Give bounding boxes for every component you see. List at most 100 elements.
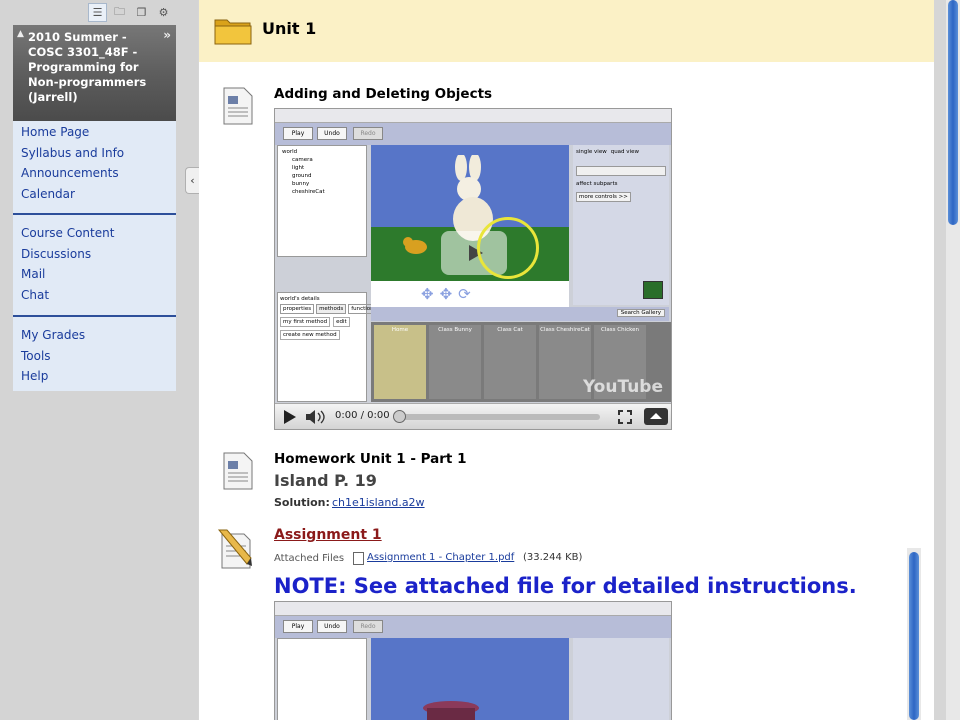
- scene-frame: [371, 145, 569, 281]
- scroll-thumb[interactable]: [909, 552, 919, 720]
- fullscreen-icon[interactable]: [617, 409, 633, 425]
- play-icon[interactable]: [283, 409, 297, 425]
- view-panel: single view quad view affect subparts mo…: [573, 145, 669, 305]
- object-tree: [277, 638, 367, 720]
- blue-arrow-icon: [643, 281, 663, 299]
- tree-item: camera: [292, 157, 313, 163]
- assignment-note: NOTE: See attached file for detailed ins…: [274, 574, 857, 598]
- embedded-video-player-2[interactable]: Play Undo Redo: [274, 601, 672, 720]
- object-tree: world camera light ground bunny cheshire…: [277, 145, 367, 257]
- scroll-thumb[interactable]: [948, 0, 958, 225]
- menu-item-home-page[interactable]: Home Page: [13, 122, 176, 143]
- create-method-button[interactable]: create new method: [280, 330, 340, 340]
- assignment-1-link[interactable]: Assignment 1: [274, 527, 382, 543]
- tree-item: cheshireCat: [292, 189, 325, 195]
- search-gallery-button[interactable]: Search Gallery: [616, 309, 665, 317]
- single-view-radio[interactable]: single view: [576, 148, 607, 156]
- gallery-nav-bar: Search Gallery: [371, 307, 669, 321]
- video-controls: 0:00 / 0:00: [275, 403, 671, 429]
- mouse-tools[interactable]: [576, 166, 666, 176]
- course-title: 2010 Summer - COSC 3301_48F - Programmin…: [28, 30, 147, 104]
- view-options: single view quad view: [576, 148, 666, 156]
- window-icon[interactable]: ❐: [132, 3, 151, 22]
- unit-title: Unit 1: [262, 19, 317, 38]
- details-panel: world's details properties methods funct…: [277, 292, 380, 402]
- folder-view-icon[interactable]: 🗀: [110, 3, 129, 22]
- menu-item-chat[interactable]: Chat: [13, 285, 176, 306]
- window-titlebar: [275, 602, 671, 616]
- double-chevron-right-icon[interactable]: »: [163, 28, 171, 42]
- menu-item-help[interactable]: Help: [13, 366, 176, 387]
- tab-methods[interactable]: methods: [316, 304, 347, 314]
- homework-subheading: Island P. 19: [274, 471, 377, 490]
- menu-item-my-grades[interactable]: My Grades: [13, 325, 176, 346]
- gear-icon[interactable]: ⚙: [154, 3, 173, 22]
- collapse-up-icon[interactable]: ▲: [17, 29, 24, 39]
- volume-icon[interactable]: [305, 409, 327, 425]
- folder-icon: [214, 19, 252, 45]
- solution-label: Solution:: [274, 496, 330, 509]
- content-scrollbar[interactable]: [907, 548, 921, 720]
- gallery-item[interactable]: Home: [374, 325, 426, 399]
- menu-item-syllabus[interactable]: Syllabus and Info: [13, 143, 176, 164]
- redo-button[interactable]: Redo: [353, 127, 383, 140]
- list-view-icon[interactable]: ☰: [88, 3, 107, 22]
- content-area: Unit 1 Adding and Deleting Objects Play …: [199, 0, 934, 720]
- redo-button[interactable]: Redo: [353, 620, 383, 633]
- item-title-adding-deleting[interactable]: Adding and Deleting Objects: [274, 86, 492, 102]
- scene-frame: [371, 638, 569, 720]
- cat-figure: [403, 237, 427, 254]
- youtube-watermark: YouTube: [582, 377, 663, 397]
- tree-item: bunny: [292, 181, 310, 187]
- method-name: my first method: [280, 317, 331, 327]
- menu-group-course-tools: Course Content Discussions Mail Chat: [13, 215, 176, 315]
- attached-file-link[interactable]: Assignment 1 - Chapter 1.pdf: [367, 552, 514, 563]
- tree-item: world: [282, 149, 298, 155]
- course-menu: ☰ 🗀 ❐ ⚙ ▲ » 2010 Summer - COSC 3301_48F …: [0, 0, 198, 720]
- edit-button[interactable]: edit: [333, 317, 350, 327]
- alice-toolbar: Play Undo Redo: [275, 123, 671, 145]
- tree-item: ground: [292, 173, 312, 179]
- attached-file-size: (33.244 KB): [523, 552, 583, 563]
- details-title: world's details: [280, 296, 320, 302]
- play-button[interactable]: Play: [283, 127, 313, 140]
- progress-bar[interactable]: [395, 414, 600, 420]
- cursor-highlight: [477, 217, 539, 279]
- embedded-video-player[interactable]: Play Undo Redo world camera light ground…: [274, 108, 672, 430]
- solution-file-link[interactable]: ch1e1island.a2w: [332, 496, 425, 509]
- tab-properties[interactable]: properties: [280, 304, 315, 314]
- gallery-item[interactable]: Class Bunny: [429, 325, 481, 399]
- expand-button[interactable]: [644, 408, 668, 425]
- affect-subparts-checkbox[interactable]: affect subparts: [576, 180, 666, 188]
- document-icon: [223, 452, 253, 490]
- window-scrollbar[interactable]: [946, 0, 960, 720]
- carousel-figure: [423, 701, 479, 720]
- menu-item-calendar[interactable]: Calendar: [13, 184, 176, 205]
- menu-item-announcements[interactable]: Announcements: [13, 163, 176, 184]
- play-button[interactable]: Play: [283, 620, 313, 633]
- tree-item: light: [292, 165, 305, 171]
- menu-item-tools[interactable]: Tools: [13, 346, 176, 367]
- eject-icon: [650, 413, 662, 419]
- video-time: 0:00 / 0:00: [335, 410, 390, 421]
- gallery-item[interactable]: Class Cat: [484, 325, 536, 399]
- details-tabs: properties methods functions: [280, 304, 380, 314]
- undo-button[interactable]: Undo: [317, 620, 347, 633]
- undo-button[interactable]: Undo: [317, 127, 347, 140]
- menu-item-discussions[interactable]: Discussions: [13, 244, 176, 265]
- view-panel: [573, 638, 669, 720]
- collapse-menu-chevron-left-icon[interactable]: ‹: [185, 167, 199, 194]
- alice-toolbar: Play Undo Redo: [275, 616, 671, 638]
- method-row: my first method edit: [280, 317, 364, 327]
- item-title-homework[interactable]: Homework Unit 1 - Part 1: [274, 451, 466, 467]
- quad-view-radio[interactable]: quad view: [611, 148, 639, 156]
- attached-files-label: Attached Files: [274, 553, 345, 564]
- document-icon: [223, 87, 253, 125]
- more-controls-button[interactable]: more controls >>: [576, 192, 631, 202]
- window-titlebar: [275, 109, 671, 123]
- menu-item-mail[interactable]: Mail: [13, 264, 176, 285]
- file-icon: [353, 552, 364, 565]
- menu-item-course-content[interactable]: Course Content: [13, 223, 176, 244]
- scrubber-handle[interactable]: [393, 410, 406, 423]
- camera-arrow-controls[interactable]: ✥✥⟳: [371, 281, 569, 307]
